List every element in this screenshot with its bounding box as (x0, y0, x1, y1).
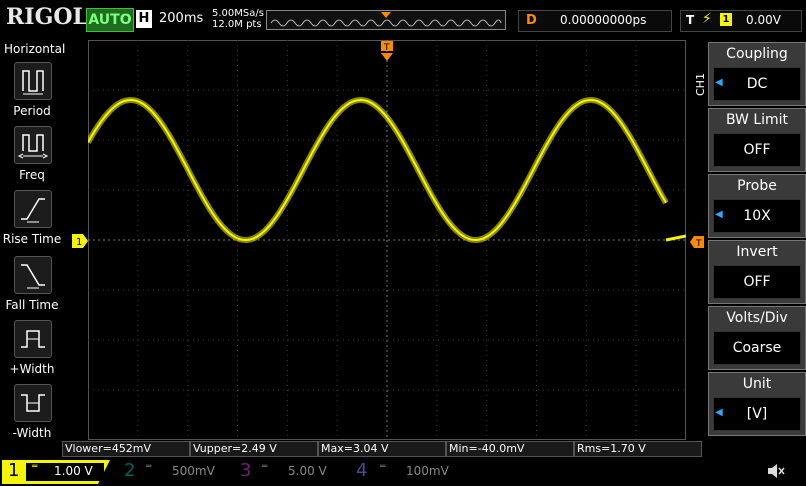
measurement-vupper[interactable]: Vupper=2.49 V (190, 441, 318, 457)
measurement-rms[interactable]: Rms=1.70 V (574, 441, 702, 457)
measurement-bar: Vlower=452mV Vupper=2.49 V Max=3.04 V Mi… (62, 441, 702, 457)
probe-value: 10X (713, 199, 801, 233)
delay-label: D (526, 13, 537, 28)
measurement-max[interactable]: Max=3.04 V (318, 441, 446, 457)
frequency-label: Freq (19, 168, 45, 182)
measure-rise-time[interactable]: Rise Time (0, 190, 64, 250)
menu-title: Horizontal (4, 42, 66, 56)
ch2-number: 2 (124, 460, 136, 481)
trigger-source-badge: 1 (720, 13, 732, 26)
coupling-button[interactable]: Coupling DC ◀ (708, 42, 806, 106)
sample-rate: 5.00MSa/s (212, 8, 264, 19)
dc-coupling-icon: ═ (146, 462, 152, 472)
invert-title: Invert (736, 244, 778, 260)
rise-time-icon (14, 190, 52, 228)
ch1-ground-marker-icon[interactable]: 1 (72, 234, 88, 248)
waveform-display[interactable] (85, 40, 687, 440)
bw-limit-title: BW Limit (725, 112, 789, 128)
measure-frequency[interactable]: Freq (0, 126, 64, 186)
speaker-mute-icon[interactable] (766, 462, 786, 480)
measurement-vlower[interactable]: Vlower=452mV (62, 441, 190, 457)
measure-positive-width[interactable]: +Width (0, 320, 64, 380)
coupling-value: DC (713, 67, 801, 101)
unit-title: Unit (742, 376, 772, 392)
dc-coupling-icon: ═ (262, 462, 268, 472)
delay-value: 0.00000000ps (560, 13, 647, 27)
trigger-position-marker-label: T (383, 43, 390, 53)
ch4-scale: 100mV (406, 464, 449, 478)
trigger-box[interactable] (680, 10, 802, 32)
ch3-number: 3 (240, 460, 252, 481)
measure-period[interactable]: Period (0, 62, 64, 122)
channel-settings-menu: Coupling DC ◀ BW Limit OFF Probe 10X ◀ I… (706, 40, 806, 440)
rigol-logo: RIGOL (6, 4, 88, 30)
ch4-number: 4 (356, 460, 368, 481)
bw-limit-button[interactable]: BW Limit OFF (708, 108, 806, 172)
trigger-level-marker-label: T (695, 239, 702, 248)
probe-title: Probe (737, 178, 777, 194)
sample-rate-info: 5.00MSa/s 12.0M pts (212, 8, 264, 30)
acquisition-status-badge: AUTO (86, 8, 134, 32)
measure-fall-time[interactable]: Fall Time (0, 256, 64, 316)
rising-edge-icon: ⚡ (702, 11, 712, 27)
left-arrow-icon: ◀ (715, 209, 723, 220)
channel-2-status[interactable]: 2 ═ 500mV (114, 460, 224, 482)
ch3-scale: 5.00 V (288, 464, 327, 478)
measure-negative-width[interactable]: -Width (0, 384, 64, 444)
positive-width-label: +Width (9, 362, 55, 376)
volts-div-button[interactable]: Volts/Div Coarse (708, 306, 806, 370)
invert-value: OFF (713, 265, 801, 299)
trigger-level-marker-icon[interactable]: T (690, 236, 704, 248)
ch2-scale: 500mV (172, 464, 215, 478)
fall-time-label: Fall Time (5, 298, 59, 312)
rise-time-label: Rise Time (2, 232, 62, 246)
graticule (85, 40, 687, 440)
timebase-value[interactable]: 200ms (159, 11, 203, 26)
waveform-overview[interactable] (266, 10, 506, 30)
trigger-label: T (686, 13, 695, 27)
volts-div-title: Volts/Div (726, 310, 788, 326)
top-status-bar: RIGOL AUTO H 200ms 5.00MSa/s 12.0M pts D… (0, 0, 806, 38)
frequency-icon (14, 126, 52, 164)
negative-width-icon (14, 384, 52, 422)
dc-coupling-icon: ═ (380, 462, 386, 472)
channel-1-status[interactable]: 1 ═ 1.00 V (2, 460, 110, 484)
measurement-min[interactable]: Min=-40.0mV (446, 441, 574, 457)
trigger-position-marker-icon[interactable]: T (380, 41, 394, 63)
volts-div-value: Coarse (713, 331, 801, 365)
dc-coupling-icon: ═ (32, 462, 38, 472)
probe-button[interactable]: Probe 10X ◀ (708, 174, 806, 238)
positive-width-icon (14, 320, 52, 358)
horizontal-measure-menu: Horizontal Period Freq Rise Time Fall Ti… (0, 40, 66, 440)
unit-value: [V] (713, 397, 801, 431)
memory-depth: 12.0M pts (212, 19, 262, 30)
channel-3-status[interactable]: 3 ═ 5.00 V (232, 460, 342, 482)
invert-button[interactable]: Invert OFF (708, 240, 806, 304)
overview-waveform-icon (270, 12, 502, 27)
unit-button[interactable]: Unit [V] ◀ (708, 372, 806, 436)
ch1-number: 1 (8, 460, 20, 481)
fall-time-icon (14, 256, 52, 294)
bw-limit-value: OFF (713, 133, 801, 167)
channel-status-bar: 1 ═ 1.00 V 2 ═ 500mV 3 ═ 5.00 V 4 ═ 100m… (0, 458, 806, 486)
period-label: Period (13, 104, 51, 118)
horizontal-label: H (136, 10, 152, 28)
coupling-title: Coupling (726, 46, 788, 62)
trigger-level: 0.00V (746, 13, 781, 27)
ch1-ground-marker-label: 1 (76, 237, 82, 248)
left-arrow-icon: ◀ (715, 77, 723, 88)
period-icon (14, 62, 52, 100)
negative-width-label: -Width (12, 426, 52, 440)
ch1-scale: 1.00 V (54, 464, 93, 478)
left-arrow-icon: ◀ (715, 407, 723, 418)
channel-4-status[interactable]: 4 ═ 100mV (350, 460, 460, 482)
